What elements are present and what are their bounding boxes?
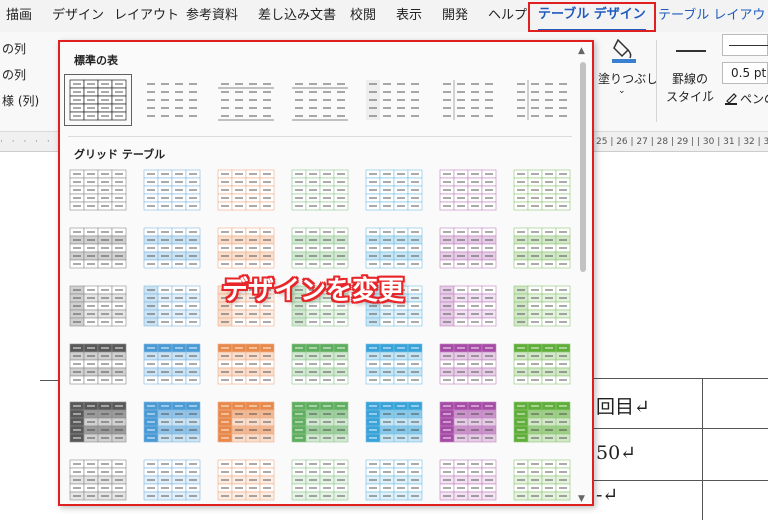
table-border-h2	[594, 428, 768, 429]
table-design-tab-highlight	[528, 2, 656, 32]
tab-table-layout[interactable]: テーブル レイアウト	[658, 0, 768, 32]
tab-draw[interactable]: 描画	[6, 0, 32, 32]
table-style-thumbnail[interactable]	[140, 456, 204, 504]
line-style-select[interactable]	[722, 34, 768, 56]
gallery-scrollbar[interactable]: ▲ ▼	[576, 44, 590, 504]
table-style-thumbnail[interactable]	[436, 398, 500, 446]
table-style-thumbnail[interactable]	[64, 74, 132, 126]
table-style-thumbnail[interactable]	[66, 456, 130, 504]
ribbon-option-1[interactable]: の列	[2, 40, 26, 57]
table-style-thumbnail[interactable]	[288, 224, 352, 272]
table-style-thumbnail[interactable]	[510, 398, 574, 446]
table-style-thumbnail[interactable]	[288, 456, 352, 504]
overlay-caption: デザインを変更	[222, 276, 405, 306]
table-style-thumbnail[interactable]	[214, 224, 278, 272]
section-title-plain-tables: 標準の表	[74, 54, 118, 67]
table-style-thumbnail[interactable]	[362, 224, 426, 272]
table-style-thumbnail[interactable]	[436, 456, 500, 504]
chevron-down-icon[interactable]: ⌄	[706, 86, 714, 96]
section-title-grid-tables: グリッド テーブル	[74, 148, 166, 161]
table-style-thumbnail[interactable]	[140, 76, 204, 124]
scroll-down-icon[interactable]: ▼	[578, 494, 585, 504]
tab-developer[interactable]: 開発	[442, 0, 468, 32]
paint-bucket-icon[interactable]	[610, 36, 638, 64]
border-style-line-icon[interactable]	[676, 50, 706, 52]
tab-help[interactable]: ヘルプ	[488, 0, 527, 32]
table-style-thumbnail[interactable]	[140, 282, 204, 330]
table-border-h1	[594, 378, 768, 379]
table-style-thumbnail[interactable]	[362, 166, 426, 214]
table-style-thumbnail[interactable]	[510, 456, 574, 504]
table-style-thumbnail[interactable]	[288, 340, 352, 388]
table-style-thumbnail[interactable]	[436, 166, 500, 214]
table-style-thumbnail[interactable]	[140, 166, 204, 214]
table-style-thumbnail[interactable]	[510, 166, 574, 214]
table-style-thumbnail[interactable]	[288, 166, 352, 214]
pen-width-value: 0.5 pt	[731, 66, 767, 80]
table-style-thumbnail[interactable]	[362, 456, 426, 504]
table-cell-text[interactable]: -↵	[596, 484, 618, 506]
table-style-thumbnail[interactable]	[214, 340, 278, 388]
ribbon-option-3[interactable]: 様 (列)	[2, 92, 39, 109]
pen-width-select[interactable]: 0.5 pt	[722, 62, 768, 84]
table-style-thumbnail[interactable]	[140, 340, 204, 388]
scroll-up-icon[interactable]: ▲	[578, 46, 585, 56]
table-style-thumbnail[interactable]	[510, 224, 574, 272]
table-style-thumbnail[interactable]	[362, 340, 426, 388]
table-style-thumbnail[interactable]	[66, 398, 130, 446]
table-style-thumbnail[interactable]	[140, 398, 204, 446]
tab-design[interactable]: デザイン	[52, 0, 104, 32]
table-style-thumbnail[interactable]	[362, 398, 426, 446]
table-style-thumbnail[interactable]	[436, 224, 500, 272]
table-style-thumbnail[interactable]	[66, 166, 130, 214]
table-style-thumbnail[interactable]	[66, 224, 130, 272]
tab-layout[interactable]: レイアウト	[114, 0, 179, 32]
table-border-h3	[594, 480, 768, 481]
table-style-thumbnail[interactable]	[510, 76, 574, 124]
border-style-label[interactable]: 罫線の	[672, 70, 708, 87]
table-style-thumbnail[interactable]	[510, 282, 574, 330]
pen-color-label[interactable]: ペンの	[740, 90, 768, 107]
tab-review[interactable]: 校閲	[350, 0, 376, 32]
table-style-thumbnail[interactable]	[362, 76, 426, 124]
table-style-thumbnail[interactable]	[214, 76, 278, 124]
line-sample-icon	[729, 45, 768, 46]
table-cell-text[interactable]: 回目↵	[596, 392, 650, 419]
table-style-thumbnail[interactable]	[214, 456, 278, 504]
table-style-thumbnail[interactable]	[214, 166, 278, 214]
tab-view[interactable]: 表示	[396, 0, 422, 32]
table-style-thumbnail[interactable]	[436, 76, 500, 124]
table-style-thumbnail[interactable]	[436, 340, 500, 388]
table-style-thumbnail[interactable]	[510, 340, 574, 388]
table-style-thumbnail[interactable]	[66, 340, 130, 388]
ribbon-tab-bar: 描画 デザイン レイアウト 参考資料 差し込み文書 校閲 表示 開発 ヘルプ テ…	[0, 0, 768, 32]
table-style-thumbnail[interactable]	[214, 398, 278, 446]
chevron-down-icon[interactable]: ⌄	[618, 86, 626, 96]
table-border-v1	[702, 378, 703, 520]
table-style-thumbnail[interactable]	[288, 76, 352, 124]
gallery-separator	[68, 136, 572, 137]
tab-references[interactable]: 参考資料	[186, 0, 238, 32]
table-style-thumbnail[interactable]	[140, 224, 204, 272]
scroll-thumb[interactable]	[580, 62, 586, 272]
pen-color-icon[interactable]	[724, 90, 738, 105]
table-style-thumbnail[interactable]	[288, 398, 352, 446]
ribbon-option-2[interactable]: の列	[2, 66, 26, 83]
ruler-numbers: 25 | 26 | 27 | 28 | 29 | | 30 | 31 | 32 …	[596, 137, 768, 147]
table-cell-text[interactable]: 50↵	[596, 442, 636, 464]
table-style-thumbnail[interactable]	[66, 282, 130, 330]
shading-button-label[interactable]: 塗りつぶし	[598, 70, 658, 87]
ribbon-divider	[656, 40, 657, 122]
tab-mailings[interactable]: 差し込み文書	[258, 0, 336, 32]
table-style-thumbnail[interactable]	[436, 282, 500, 330]
